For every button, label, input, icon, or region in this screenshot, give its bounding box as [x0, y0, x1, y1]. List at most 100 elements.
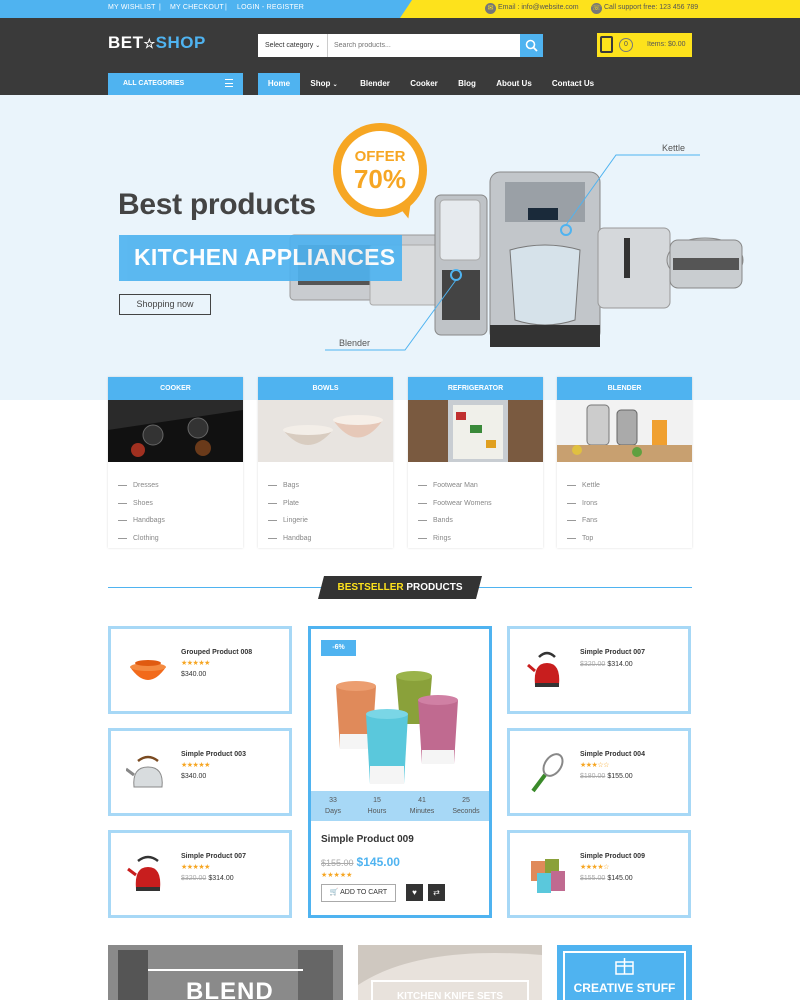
- all-categories-button[interactable]: ALL CATEGORIES: [108, 73, 243, 95]
- cooker-image: [108, 400, 243, 462]
- price-old: $155.00: [580, 875, 606, 882]
- category-link[interactable]: Rings: [418, 530, 543, 548]
- price-old: $155.00: [321, 858, 354, 868]
- product-name[interactable]: Simple Product 004: [580, 751, 645, 758]
- hero-subtitle-box: KITCHEN APPLIANCES: [119, 235, 402, 281]
- category-title[interactable]: BLENDER: [557, 377, 692, 400]
- callout-kettle: Kettle: [662, 143, 686, 153]
- price-old: $180.00: [580, 773, 606, 780]
- category-link[interactable]: Shoes: [118, 495, 243, 513]
- category-title[interactable]: REFRIGERATOR: [408, 377, 543, 400]
- price-current: $145.00: [356, 855, 400, 869]
- category-select[interactable]: Select category ⌄: [258, 34, 328, 57]
- bestseller-heading-b: PRODUCTS: [403, 582, 463, 593]
- product-card[interactable]: Simple Product 007 $320.00 $314.00: [507, 626, 691, 714]
- category-link[interactable]: Bags: [268, 477, 393, 495]
- nav-home[interactable]: Home: [258, 73, 300, 95]
- category-link[interactable]: Top: [567, 530, 692, 548]
- product-card[interactable]: Simple Product 007 ★★★★★ $320.00 $314.00: [108, 830, 292, 918]
- promo-banner-creative[interactable]: CREATIVE STUFF: [557, 945, 692, 1000]
- nav-blog[interactable]: Blog: [450, 73, 484, 95]
- category-link[interactable]: Plate: [268, 495, 393, 513]
- bowls-image: [258, 400, 393, 462]
- product-price: $320.00 $314.00: [580, 661, 633, 668]
- category-link[interactable]: Footwear Man: [418, 477, 543, 495]
- hero-title: Best products: [118, 188, 316, 221]
- product-image: [336, 671, 458, 784]
- category-link[interactable]: Bands: [418, 512, 543, 530]
- timer-unit: Seconds: [452, 808, 480, 815]
- blender-image: [557, 400, 692, 462]
- banner-title: BLEND: [186, 978, 274, 1000]
- wishlist-link[interactable]: MY WISHLIST: [108, 4, 156, 11]
- nav-contact-us[interactable]: Contact Us: [545, 73, 601, 95]
- featured-product-card[interactable]: -6% 33 Days 15 Hours 41 Minutes 25 Seconds S…: [308, 626, 492, 918]
- add-to-cart-button[interactable]: 🛒 ADD TO CART: [321, 884, 396, 902]
- product-card[interactable]: Simple Product 009 ★★★★☆ $155.00 $145.00: [507, 830, 691, 918]
- cart-count: 0: [619, 38, 633, 52]
- timer-unit: Minutes: [409, 808, 435, 815]
- search-input[interactable]: [330, 34, 520, 57]
- search-button[interactable]: [520, 34, 543, 57]
- wishlist-heart-icon[interactable]: ♥: [406, 884, 423, 901]
- category-link[interactable]: Handbag: [268, 530, 393, 548]
- checkout-link[interactable]: MY CHECKOUT: [170, 4, 224, 11]
- nav-blender[interactable]: Blender: [354, 73, 396, 95]
- all-categories-label: ALL CATEGORIES: [123, 80, 185, 87]
- contact-strip: ✉ Email : info@website.com ☏ Call suppor…: [400, 0, 800, 18]
- category-link[interactable]: Dresses: [118, 477, 243, 495]
- promo-banner-blend[interactable]: BLEND: [108, 945, 343, 1000]
- product-image: [531, 753, 564, 793]
- add-to-cart-label: ADD TO CART: [340, 889, 388, 896]
- logo-text-b: SHOP: [155, 33, 206, 52]
- shopping-bag-icon: [600, 36, 613, 53]
- logo[interactable]: BET☆SHOP: [108, 33, 206, 53]
- rating-stars: ★★★★☆: [580, 864, 609, 871]
- compare-icon[interactable]: ⇄: [428, 884, 445, 901]
- product-card[interactable]: Simple Product 004 ★★★☆☆ $180.00 $155.00: [507, 728, 691, 816]
- price-current: $314.00: [607, 661, 633, 668]
- category-title[interactable]: COOKER: [108, 377, 243, 400]
- category-link[interactable]: Kettle: [567, 477, 692, 495]
- top-bar: MY WISHLIST | MY CHECKOUT | LOGIN - REGI…: [0, 0, 800, 18]
- search-icon: [525, 39, 538, 52]
- timer-value: 15: [373, 797, 381, 804]
- shopping-now-button[interactable]: Shopping now: [119, 294, 211, 315]
- category-link[interactable]: Footwear Womens: [418, 495, 543, 513]
- promo-banner-knife[interactable]: KITCHEN KNIFE SETS: [358, 945, 542, 1000]
- cart-button[interactable]: 0 Items: $0.00: [597, 33, 692, 57]
- category-title[interactable]: BOWLS: [258, 377, 393, 400]
- nav-about-us[interactable]: About Us: [490, 73, 538, 95]
- price-current: $340.00: [181, 773, 207, 780]
- bestseller-heading-a: BESTSELLER: [337, 582, 404, 593]
- nav-shop-label: Shop: [310, 79, 331, 88]
- cart-total: Items: $0.00: [647, 41, 686, 48]
- rating-stars: ★★★★★: [321, 872, 353, 879]
- login-register-link[interactable]: LOGIN - REGISTER: [237, 4, 304, 11]
- main-nav: ALL CATEGORIES Home Shop ⌄ Blender Cooke…: [0, 73, 800, 95]
- product-price: $155.00 $145.00: [580, 875, 633, 882]
- product-card[interactable]: Simple Product 003 ★★★★★ $340.00: [108, 728, 292, 816]
- product-name[interactable]: Grouped Product 008: [181, 649, 252, 656]
- header: BET☆SHOP Select category ⌄ 0 Items: $0.0…: [0, 18, 800, 73]
- category-link[interactable]: Lingerie: [268, 512, 393, 530]
- product-card[interactable]: Grouped Product 008 ★★★★★ $340.00: [108, 626, 292, 714]
- product-price: $180.00 $155.00: [580, 773, 633, 780]
- product-image: [130, 660, 166, 680]
- product-name[interactable]: Simple Product 003: [181, 751, 246, 758]
- nav-cooker[interactable]: Cooker: [403, 73, 445, 95]
- category-card-bowls: BOWLS Bags Plate Lingerie Handbag: [258, 377, 393, 548]
- category-link[interactable]: Clothing: [118, 530, 243, 548]
- product-price: $155.00 $145.00: [321, 855, 400, 869]
- product-name[interactable]: Simple Product 009: [580, 853, 645, 860]
- product-name[interactable]: Simple Product 007: [181, 853, 246, 860]
- category-link[interactable]: Irons: [567, 495, 692, 513]
- category-link[interactable]: Handbags: [118, 512, 243, 530]
- cart-icon: 🛒: [329, 889, 339, 896]
- category-link[interactable]: Fans: [567, 512, 692, 530]
- mail-icon: ✉: [485, 3, 496, 14]
- nav-shop[interactable]: Shop ⌄: [303, 73, 345, 95]
- product-price: $320.00 $314.00: [181, 875, 234, 882]
- product-name[interactable]: Simple Product 009: [321, 834, 414, 845]
- product-name[interactable]: Simple Product 007: [580, 649, 645, 656]
